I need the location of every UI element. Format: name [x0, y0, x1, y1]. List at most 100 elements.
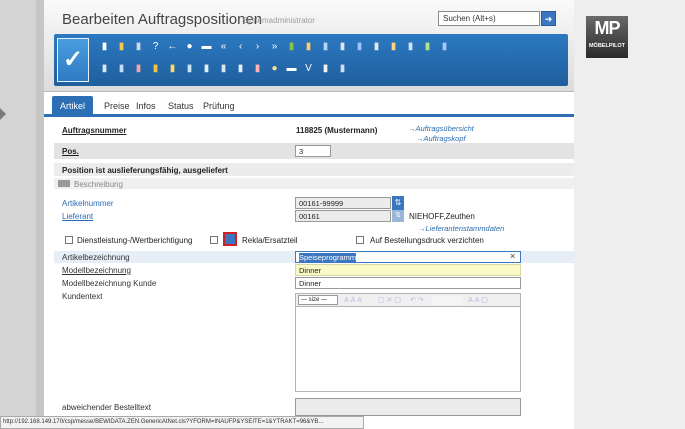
sidebar-toggle-arrow-icon[interactable] [0, 108, 6, 120]
logo-subtext: MÖBELPILOT [588, 43, 626, 49]
doc-edit-icon[interactable]: ▮ [234, 62, 247, 76]
bestelldruck-label: Auf Bestellungsdruck verzichten [370, 236, 484, 245]
next-icon[interactable]: › [251, 40, 264, 54]
tab-artikel[interactable]: Artikel [52, 96, 94, 116]
lieferant-input[interactable]: 00161 [295, 210, 391, 222]
doc-blue-icon[interactable]: ▮ [438, 40, 451, 54]
right-panel: MP MÖBELPILOT [574, 0, 685, 429]
truck-icon[interactable]: ▮ [319, 40, 332, 54]
doc-plain-icon[interactable]: ▮ [319, 62, 332, 76]
beschreibung-header [54, 178, 574, 189]
first-icon[interactable]: « [217, 40, 230, 54]
artikelbezeichnung-input[interactable]: Speiseprogramm [295, 251, 521, 263]
doc-arrow-icon[interactable]: ▮ [200, 62, 213, 76]
pos-input[interactable]: 3 [295, 145, 331, 157]
link-auftragskopf[interactable]: →Auftragskopf [416, 134, 466, 143]
beschreibung-label: Beschreibung [74, 180, 123, 189]
lieferant-lookup-button[interactable]: ⇅ [392, 210, 404, 222]
lieferant-name: NIEHOFF,Zeuthen [409, 212, 475, 221]
artikel-lookup-button[interactable]: ⇅ [392, 196, 404, 210]
clear-icon[interactable]: × [510, 251, 515, 261]
abweichender-bestelltext-editor[interactable] [295, 398, 521, 416]
toolbar: ✓ ▮ ▮ ▮? ← ● ▬ « ‹ › » ▮ ▮ ▮ ▮ ▮ ▮ ▮ ▮ ▮ ▮ ▮ ▮ ▮ ▮ ▮ ▮ ▮ ▮ ▮ ▮ ● ▬ V ▮ ▮ [54, 34, 568, 86]
doc-red-icon[interactable]: ▮ [132, 62, 145, 76]
printer-icon[interactable]: ▬ [285, 62, 298, 76]
user-name: Systemadministrator [242, 16, 315, 25]
modellbezeichnung-kunde-label: Modellbezeichnung Kunde [62, 279, 157, 288]
editor-toolbar: — size — A A A ▢ ✕ ▢ ↶ ↷ A A ▢ [295, 293, 521, 307]
truck-plus-icon[interactable]: ▮ [353, 40, 366, 54]
prev-icon[interactable]: ‹ [234, 40, 247, 54]
page-icon[interactable]: ▮ [98, 40, 111, 54]
tag-icon[interactable]: ▮ [302, 40, 315, 54]
print-icon[interactable]: ▬ [200, 40, 213, 54]
link-auftragsuebersicht[interactable]: →Auftragsübersicht [408, 124, 474, 133]
modellbezeichnung-kunde-input[interactable]: Dinner [295, 277, 521, 289]
artikelnummer-input[interactable]: 00161-99999 [295, 197, 391, 209]
flag-icon[interactable]: ▮ [251, 62, 264, 76]
kundentext-editor[interactable] [295, 307, 521, 392]
status-bar-url: http://192.168.149.170/csp/messe/BEWIDAT… [0, 416, 364, 429]
left-strip [36, 0, 44, 429]
collapse-arrow-icon[interactable] [58, 180, 70, 187]
link-lieferantenstammdaten[interactable]: →Lieferantenstammdaten [418, 224, 504, 233]
chart-icon[interactable]: ▮ [387, 40, 400, 54]
tab-pruefung[interactable]: Prüfung [195, 96, 243, 116]
clipboard-icon[interactable]: ▢ ✕ ▢ [378, 296, 401, 305]
filter-icon[interactable]: V [302, 62, 315, 76]
kundentext-label: Kundentext [62, 292, 103, 301]
lieferant-label[interactable]: Lieferant [62, 212, 93, 221]
doc-check-icon[interactable]: ▮ [183, 62, 196, 76]
pos-label[interactable]: Pos. [62, 147, 79, 156]
folder-icon[interactable]: ▮ [166, 62, 179, 76]
page-title: Bearbeiten Auftragspositionen [62, 11, 263, 28]
search-icon[interactable]: ● [183, 40, 196, 54]
moebelpilot-logo: MP MÖBELPILOT [586, 16, 628, 58]
auftragsnummer-label[interactable]: Auftragsnummer [62, 126, 126, 135]
toolbar-row-2: ▮ ▮ ▮ ▮ ▮ ▮ ▮ ▮ ▮ ▮ ● ▬ V ▮ ▮ [98, 62, 349, 76]
table-icon[interactable]: ▮ [336, 62, 349, 76]
artikelbezeichnung-label: Artikelbezeichnung [62, 253, 130, 262]
dienstleistung-label: Dienstleistung-/Wertberichtigung [77, 236, 193, 245]
table-icon[interactable] [432, 296, 462, 305]
artikelbezeichnung-value: Speiseprogramm [299, 253, 357, 262]
rekla-checkbox[interactable] [210, 236, 218, 244]
users-icon[interactable]: ▮ [285, 40, 298, 54]
help-icon[interactable]: ? [149, 40, 162, 54]
font-size-select[interactable]: — size — [298, 295, 338, 305]
dienstleistung-checkbox[interactable] [65, 236, 73, 244]
modellbezeichnung-input[interactable]: Dinner [295, 264, 521, 276]
app-window: Bearbeiten Auftragspositionen Systemadmi… [44, 0, 574, 429]
toolbar-row-1: ▮ ▮ ▮? ← ● ▬ « ‹ › » ▮ ▮ ▮ ▮ ▮ ▮ ▮ ▮ ▮ ▮ [98, 40, 451, 54]
people-icon[interactable]: ▮ [149, 62, 162, 76]
doc-print-icon[interactable]: ▮ [217, 62, 230, 76]
modellbezeichnung-label[interactable]: Modellbezeichnung [62, 266, 131, 275]
search-go-icon: ➜ [544, 14, 553, 24]
auftragsnummer-value: 118825 (Mustermann) [296, 126, 378, 135]
arrow-doc-icon[interactable]: ▮ [115, 62, 128, 76]
font-size-buttons[interactable]: A A A [344, 296, 362, 305]
grid-icon[interactable]: ▮ [404, 40, 417, 54]
undo-icon[interactable]: ↶ ↷ [410, 296, 424, 305]
search-input[interactable]: Suchen (Alt+s) [438, 11, 540, 26]
stack-icon[interactable]: ▮ [370, 40, 383, 54]
rekla-lookup-button[interactable] [223, 232, 237, 246]
trash-icon[interactable]: ▮ [132, 40, 145, 54]
artikelnummer-label[interactable]: Artikelnummer [62, 199, 114, 208]
doc-green-icon[interactable]: ▮ [421, 40, 434, 54]
tab-infos[interactable]: Infos [128, 96, 164, 116]
list-icon[interactable]: ▮ [336, 40, 349, 54]
tab-bar: Artikel Preise Infos Status Prüfung [44, 92, 574, 116]
rekla-label: Rekla/Ersatzteil [242, 236, 298, 245]
color-icon[interactable]: A A ▢ [468, 296, 488, 305]
status-text: Position ist auslieferungsfähig, ausgeli… [62, 166, 228, 175]
report-icon[interactable]: ▮ [98, 62, 111, 76]
save-button[interactable]: ✓ [57, 38, 89, 82]
lookup-icon: ⇅ [395, 212, 401, 219]
bestelldruck-checkbox[interactable] [356, 236, 364, 244]
back-arrow-icon[interactable]: ← [166, 40, 179, 54]
search-button[interactable]: ➜ [541, 11, 556, 26]
document-icon[interactable]: ▮ [115, 40, 128, 54]
euro-icon[interactable]: ● [268, 62, 281, 76]
last-icon[interactable]: » [268, 40, 281, 54]
